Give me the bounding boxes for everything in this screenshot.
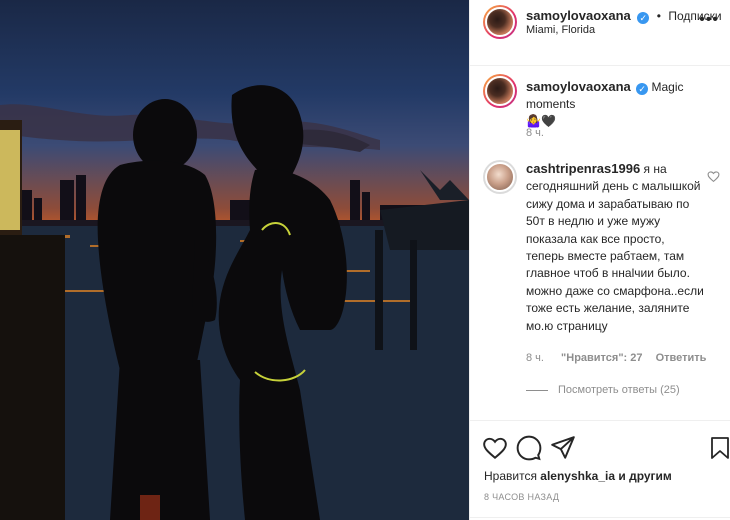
post-header: samoylovaoxana ✓ • Подписки Miami, Flori… <box>470 0 730 66</box>
comment-likes[interactable]: "Нравится": 27 <box>561 352 642 364</box>
caption-avatar[interactable] <box>483 74 517 108</box>
divider <box>470 517 730 518</box>
view-replies-label: Посмотреть ответы (25) <box>558 384 680 396</box>
caption-time[interactable]: 8 ч. <box>526 127 544 139</box>
author-username[interactable]: samoylovaoxana <box>526 8 631 23</box>
caption-username[interactable]: samoylovaoxana <box>526 79 631 94</box>
separator-dot: • <box>656 9 661 23</box>
caption: samoylovaoxana ✓ Magic moments 🤷‍♀️🖤 <box>526 78 721 130</box>
view-replies-button[interactable]: Посмотреть ответы (25) <box>526 384 680 396</box>
replies-divider <box>526 389 548 391</box>
caption-emoji: 🤷‍♀️🖤 <box>526 114 556 128</box>
comment: cashtripenras1996 я на сегодняшний день … <box>526 160 704 335</box>
reply-button[interactable]: Ответить <box>656 352 707 364</box>
photo-scene <box>0 85 469 520</box>
author-avatar[interactable] <box>483 5 517 39</box>
comment-time[interactable]: 8 ч. <box>526 352 544 364</box>
verified-icon: ✓ <box>637 12 650 24</box>
post-photo[interactable] <box>0 0 469 520</box>
post-sidebar: samoylovaoxana ✓ • Подписки Miami, Flori… <box>469 0 730 520</box>
comment-like-heart-icon[interactable] <box>707 170 720 183</box>
commenter-username[interactable]: cashtripenras1996 <box>526 161 640 176</box>
more-options-icon[interactable]: ••• <box>699 11 719 29</box>
liked-by-user[interactable]: alenyshka_ia <box>540 469 615 483</box>
bookmark-icon[interactable] <box>710 435 730 461</box>
verified-icon: ✓ <box>636 83 649 95</box>
comment-meta: 8 ч. "Нравится": 27 Ответить <box>526 352 706 364</box>
post-actions: Нравится alenyshka_ia и другим 8 часов н… <box>470 420 730 520</box>
liked-by: Нравится alenyshka_ia и другим <box>484 469 672 483</box>
share-icon[interactable] <box>550 435 576 461</box>
post-time-ago[interactable]: 8 часов назад <box>484 492 559 502</box>
heart-icon[interactable] <box>482 435 508 461</box>
comment-text: я на сегодняшний день с малышкой сижу до… <box>526 162 704 333</box>
liked-by-others[interactable]: и другим <box>618 469 671 483</box>
commenter-avatar[interactable] <box>483 160 517 194</box>
post-location[interactable]: Miami, Florida <box>526 24 595 36</box>
liked-by-prefix: Нравится <box>484 469 537 483</box>
comment-icon[interactable] <box>516 435 542 461</box>
author-line: samoylovaoxana ✓ • Подписки <box>526 7 722 25</box>
